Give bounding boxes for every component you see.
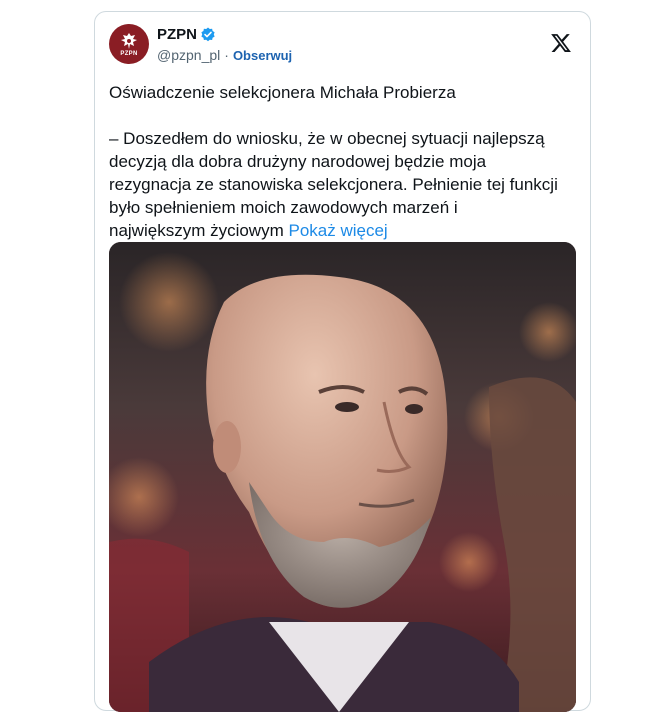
x-logo-icon[interactable]: [550, 32, 572, 54]
tweet-header: PZPN PZPN @pzpn_pl · Obserwuj: [109, 24, 576, 72]
portrait-photo: [109, 242, 576, 712]
follow-button[interactable]: Obserwuj: [233, 48, 292, 63]
tweet-photo[interactable]: [109, 242, 576, 712]
avatar[interactable]: PZPN: [109, 24, 149, 64]
tweet-body-line: było spełnieniem moich zawodowych marzeń…: [109, 198, 458, 217]
tweet-text: Oświadczenie selekcjonera Michała Probie…: [109, 81, 579, 242]
tweet-body-line: największym życiowym: [109, 221, 284, 240]
show-more-link[interactable]: Pokaż więcej: [288, 221, 387, 240]
account-handle[interactable]: @pzpn_pl: [157, 47, 220, 63]
tweet-body-line: rezygnacja ze stanowiska selekcjonera. P…: [109, 175, 558, 194]
tweet-body-line: – Doszedłem do wniosku, że w obecnej syt…: [109, 129, 545, 148]
handle-row: @pzpn_pl · Obserwuj: [157, 47, 292, 63]
pzpn-eagle-logo: [121, 32, 137, 49]
separator-dot: ·: [224, 47, 229, 63]
account-name-row: PZPN: [157, 26, 216, 43]
tweet-card[interactable]: PZPN PZPN @pzpn_pl · Obserwuj Oświadczen…: [94, 11, 591, 712]
account-name[interactable]: PZPN: [157, 26, 197, 43]
tweet-body-line: decyzją dla dobra drużyny narodowej będz…: [109, 152, 487, 171]
verified-badge-icon: [200, 27, 216, 43]
avatar-text: PZPN: [120, 50, 138, 57]
tweet-title: Oświadczenie selekcjonera Michała Probie…: [109, 83, 456, 102]
tweet-body-last-line: największym życiowym Pokaż więcej: [109, 219, 579, 242]
